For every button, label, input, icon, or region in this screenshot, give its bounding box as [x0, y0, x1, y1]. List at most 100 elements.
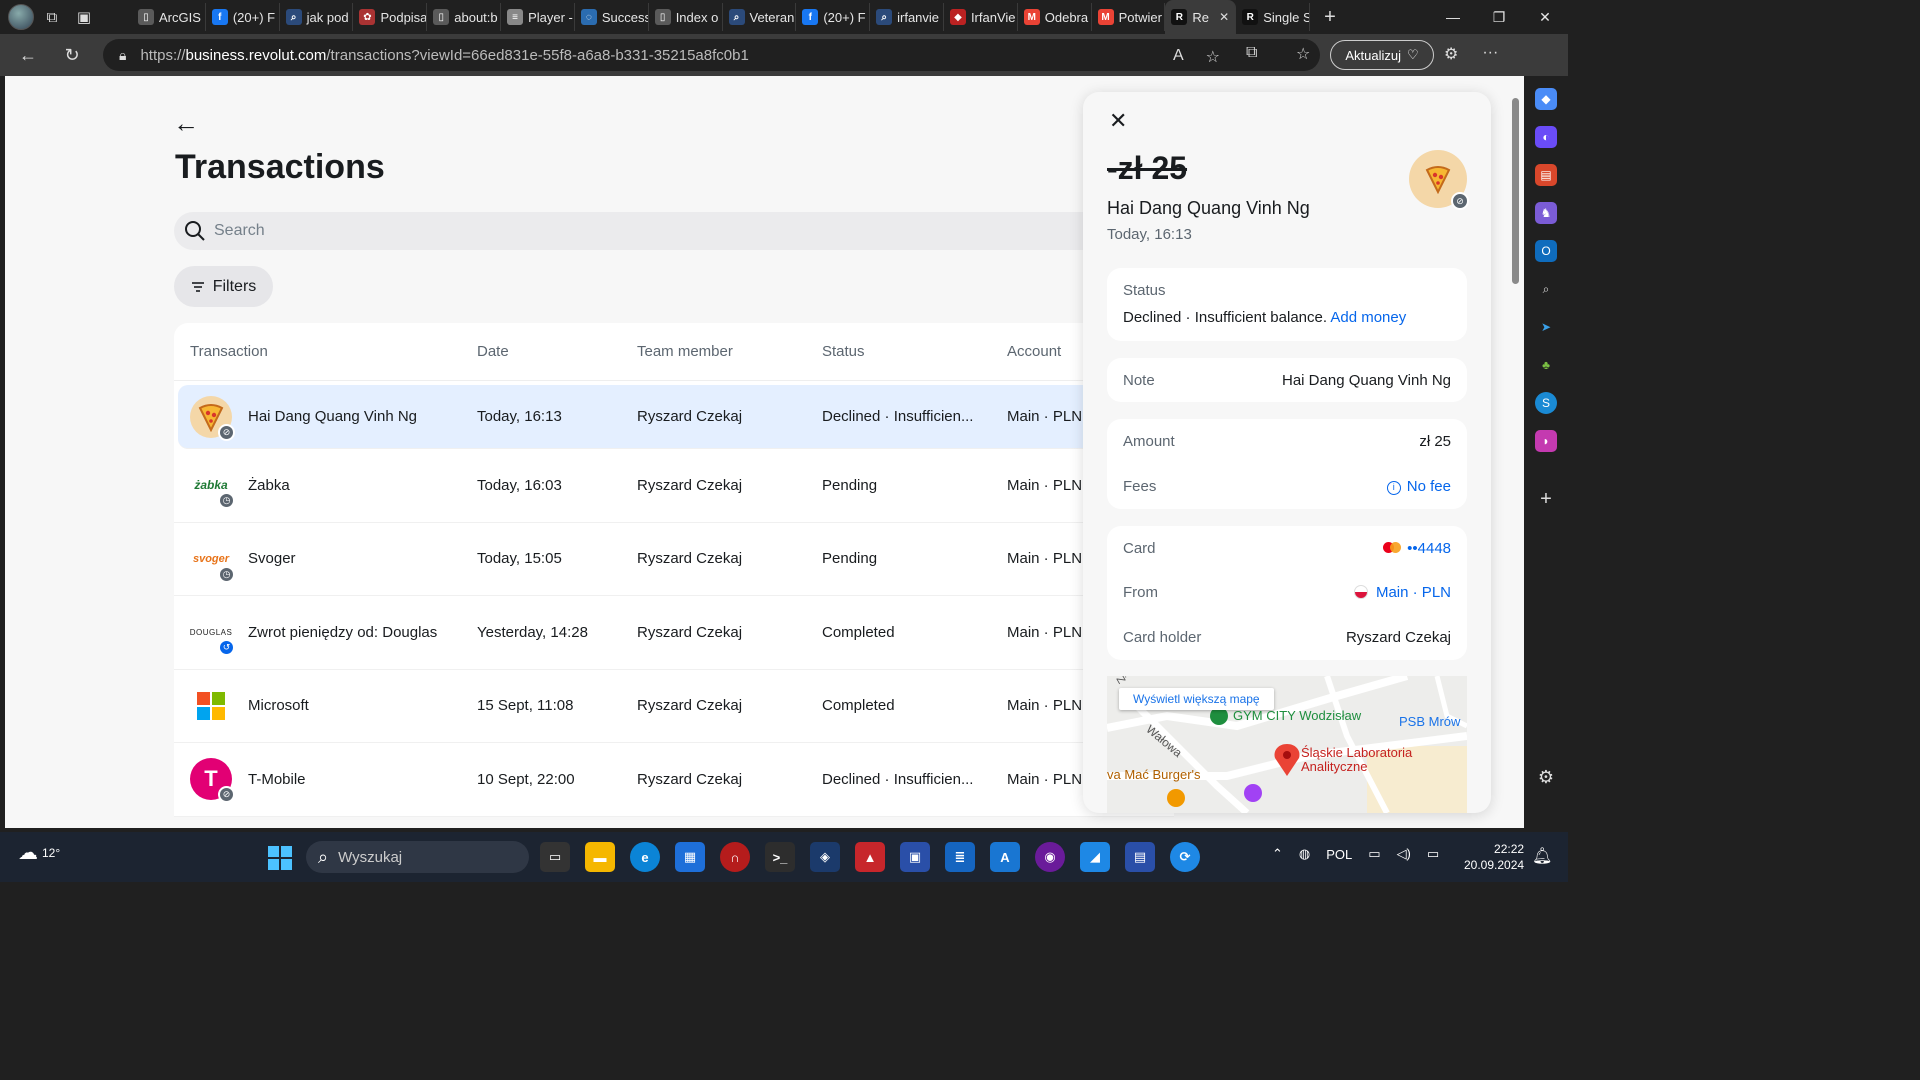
photos-icon[interactable]: ◢ [1080, 842, 1110, 872]
tree-icon[interactable]: ♣ [1535, 354, 1557, 376]
back-button[interactable]: ← [10, 37, 46, 73]
table-row[interactable]: T ⊘ T-Mobile 10 Sept, 22:00 Ryszard Czekaj De… [174, 743, 1174, 817]
tor-browser-icon[interactable]: ◉ [1035, 842, 1065, 872]
workspaces-icon[interactable]: ⧉ [38, 3, 66, 31]
update-button[interactable]: Aktualizuj ♡ [1330, 40, 1434, 70]
browser-tab[interactable]: ≡ Player - [501, 3, 575, 31]
new-tab-button[interactable]: + [1310, 6, 1350, 29]
browser-tab[interactable]: M Odebra [1018, 3, 1092, 31]
outlook-icon[interactable]: O [1535, 240, 1557, 262]
browser-tab[interactable]: R Single S [1236, 3, 1310, 31]
column-header-transaction[interactable]: Transaction [174, 343, 477, 360]
clock[interactable]: 22:22 20.09.2024 [1464, 841, 1524, 873]
pdf-app-icon[interactable]: ▲ [855, 842, 885, 872]
page-scrollbar[interactable] [1507, 76, 1524, 828]
browser-tab[interactable]: ✿ Podpisa [353, 3, 428, 31]
battery-icon[interactable]: ▭ [1427, 846, 1439, 862]
volume-icon[interactable]: ◁) [1397, 846, 1411, 862]
note-value[interactable]: Hai Dang Quang Vinh Ng [1282, 372, 1451, 389]
copilot-icon[interactable]: ⚙ [1444, 44, 1458, 64]
column-header-status[interactable]: Status [822, 343, 1007, 360]
tools-icon[interactable]: ▤ [1535, 164, 1557, 186]
close-icon[interactable]: ✕ [1109, 108, 1127, 134]
shopping-icon[interactable]: ◆ [1535, 88, 1557, 110]
address-bar[interactable]: 🔒︎ https://business.revolut.com/transact… [103, 39, 1320, 71]
extensions-icon[interactable]: ⧉ [1246, 44, 1257, 62]
browser-tab[interactable]: ▯ about:b [427, 3, 502, 31]
browser-tab[interactable]: ▯ ArcGIS [132, 3, 206, 31]
browser-tab[interactable]: M Potwier [1092, 3, 1166, 31]
browser-tab[interactable]: R Re ✕ [1165, 0, 1237, 34]
virtualbox-icon[interactable]: ◈ [810, 842, 840, 872]
favorites-icon[interactable]: ☆ [1296, 44, 1310, 64]
browser-tab[interactable]: ⌕ jak pod [280, 3, 354, 31]
column-header-team-member[interactable]: Team member [637, 343, 822, 360]
filters-button[interactable]: Filters [174, 266, 273, 307]
browser-tab[interactable]: f (20+) F [796, 3, 871, 31]
table-row[interactable]: DOUGLAS ↺ Zwrot pieniędzy od: Douglas Yeste… [174, 596, 1174, 670]
tab-favicon-icon: f [211, 9, 228, 25]
fees-value[interactable]: i No fee [1386, 478, 1451, 495]
favorite-star-icon[interactable]: ☆ [1206, 47, 1220, 67]
sync-app-icon[interactable]: ⟳ [1170, 842, 1200, 872]
language-indicator[interactable]: POL [1326, 847, 1352, 862]
designer-icon[interactable]: ◗ [1535, 430, 1557, 452]
refresh-button[interactable]: ↻ [54, 37, 90, 73]
copilot-sidebar-icon[interactable]: ◐ [1535, 126, 1557, 148]
network-app-icon[interactable]: ◍ [1299, 846, 1310, 862]
arcgis-app-icon[interactable]: A [990, 842, 1020, 872]
browser-tab[interactable]: ⌕ Veteran [723, 3, 797, 31]
chevron-up-icon[interactable]: ⌃ [1272, 846, 1283, 862]
mastercard-icon [1383, 541, 1402, 553]
task-view-icon[interactable]: ▭ [540, 842, 570, 872]
view-larger-map-button[interactable]: Wyświetl większą mapę [1119, 688, 1274, 710]
add-sidebar-app-icon[interactable]: + [1535, 488, 1557, 510]
save-app-icon[interactable]: ▣ [900, 842, 930, 872]
tab-label: Success [601, 9, 649, 25]
taskbar-search[interactable]: ⌕ Wyszukaj [306, 841, 529, 873]
profile-avatar[interactable] [8, 4, 34, 30]
games-icon[interactable]: ♞ [1535, 202, 1557, 224]
back-arrow-icon[interactable]: ← [173, 108, 199, 139]
scrollbar-thumb[interactable] [1512, 98, 1519, 284]
tab-actions-icon[interactable]: ▣ [70, 3, 98, 31]
sidebar-settings-icon[interactable]: ⚙ [1535, 766, 1557, 788]
edge-icon[interactable]: e [630, 842, 660, 872]
browser-tab[interactable]: ◌ Success [575, 3, 649, 31]
terminal-icon[interactable]: >_ [765, 842, 795, 872]
monitor-icon[interactable]: ▭ [1368, 846, 1380, 862]
notepad-icon[interactable]: ≣ [945, 842, 975, 872]
search-sidebar-icon[interactable]: ⌕ [1535, 278, 1557, 300]
window-close-button[interactable]: ✕ [1522, 9, 1568, 26]
weather-widget[interactable]: ☁ 12° [18, 840, 60, 865]
search-input[interactable] [214, 222, 914, 240]
skype-icon[interactable]: S [1535, 392, 1557, 414]
read-aloud-icon[interactable]: A [1173, 47, 1184, 67]
tab-close-icon[interactable]: ✕ [1219, 10, 1229, 24]
maximize-button[interactable]: ❐ [1476, 9, 1522, 26]
table-row[interactable]: Microsoft 15 Sept, 11:08 Ryszard Czekaj Com… [174, 670, 1174, 743]
card-value[interactable]: ••4448 [1383, 540, 1451, 557]
more-menu-icon[interactable]: ··· [1482, 44, 1498, 64]
browser-tab[interactable]: ⌕ irfanvie [870, 3, 944, 31]
disk-app-icon[interactable]: ▤ [1125, 842, 1155, 872]
column-header-date[interactable]: Date [477, 343, 637, 360]
update-label: Aktualizuj [1345, 47, 1401, 63]
location-map[interactable]: Ż Wyświetl większą mapę GYM CITY Wodzisł… [1107, 676, 1467, 813]
minimize-button[interactable]: — [1430, 9, 1476, 25]
headphones-app-icon[interactable]: ∩ [720, 842, 750, 872]
from-account-link[interactable]: Main · PLN [1353, 584, 1451, 601]
table-row[interactable]: żabka ◷ Żabka Today, 16:03 Ryszard Czekaj Pen… [174, 449, 1174, 523]
browser-tab[interactable]: ◆ IrfanVie [944, 3, 1018, 31]
telegram-icon[interactable]: ➤ [1535, 316, 1557, 338]
table-row[interactable]: ⊘ Hai Dang Quang Vinh Ng Today, 16:13 Rysza… [178, 385, 1170, 449]
browser-tab[interactable]: f (20+) F [206, 3, 280, 31]
file-explorer-icon[interactable]: ▬ [585, 842, 615, 872]
notifications-bell-icon[interactable]: 🔔︎ [1532, 846, 1552, 866]
start-button[interactable] [268, 846, 292, 870]
add-money-link[interactable]: Add money [1330, 309, 1406, 326]
browser-tab[interactable]: ▯ Index o [649, 3, 723, 31]
search-bar[interactable] [174, 212, 1174, 250]
table-row[interactable]: svoger ◷ Svoger Today, 15:05 Ryszard Czekaj P… [174, 523, 1174, 596]
store-icon[interactable]: ▦ [675, 842, 705, 872]
